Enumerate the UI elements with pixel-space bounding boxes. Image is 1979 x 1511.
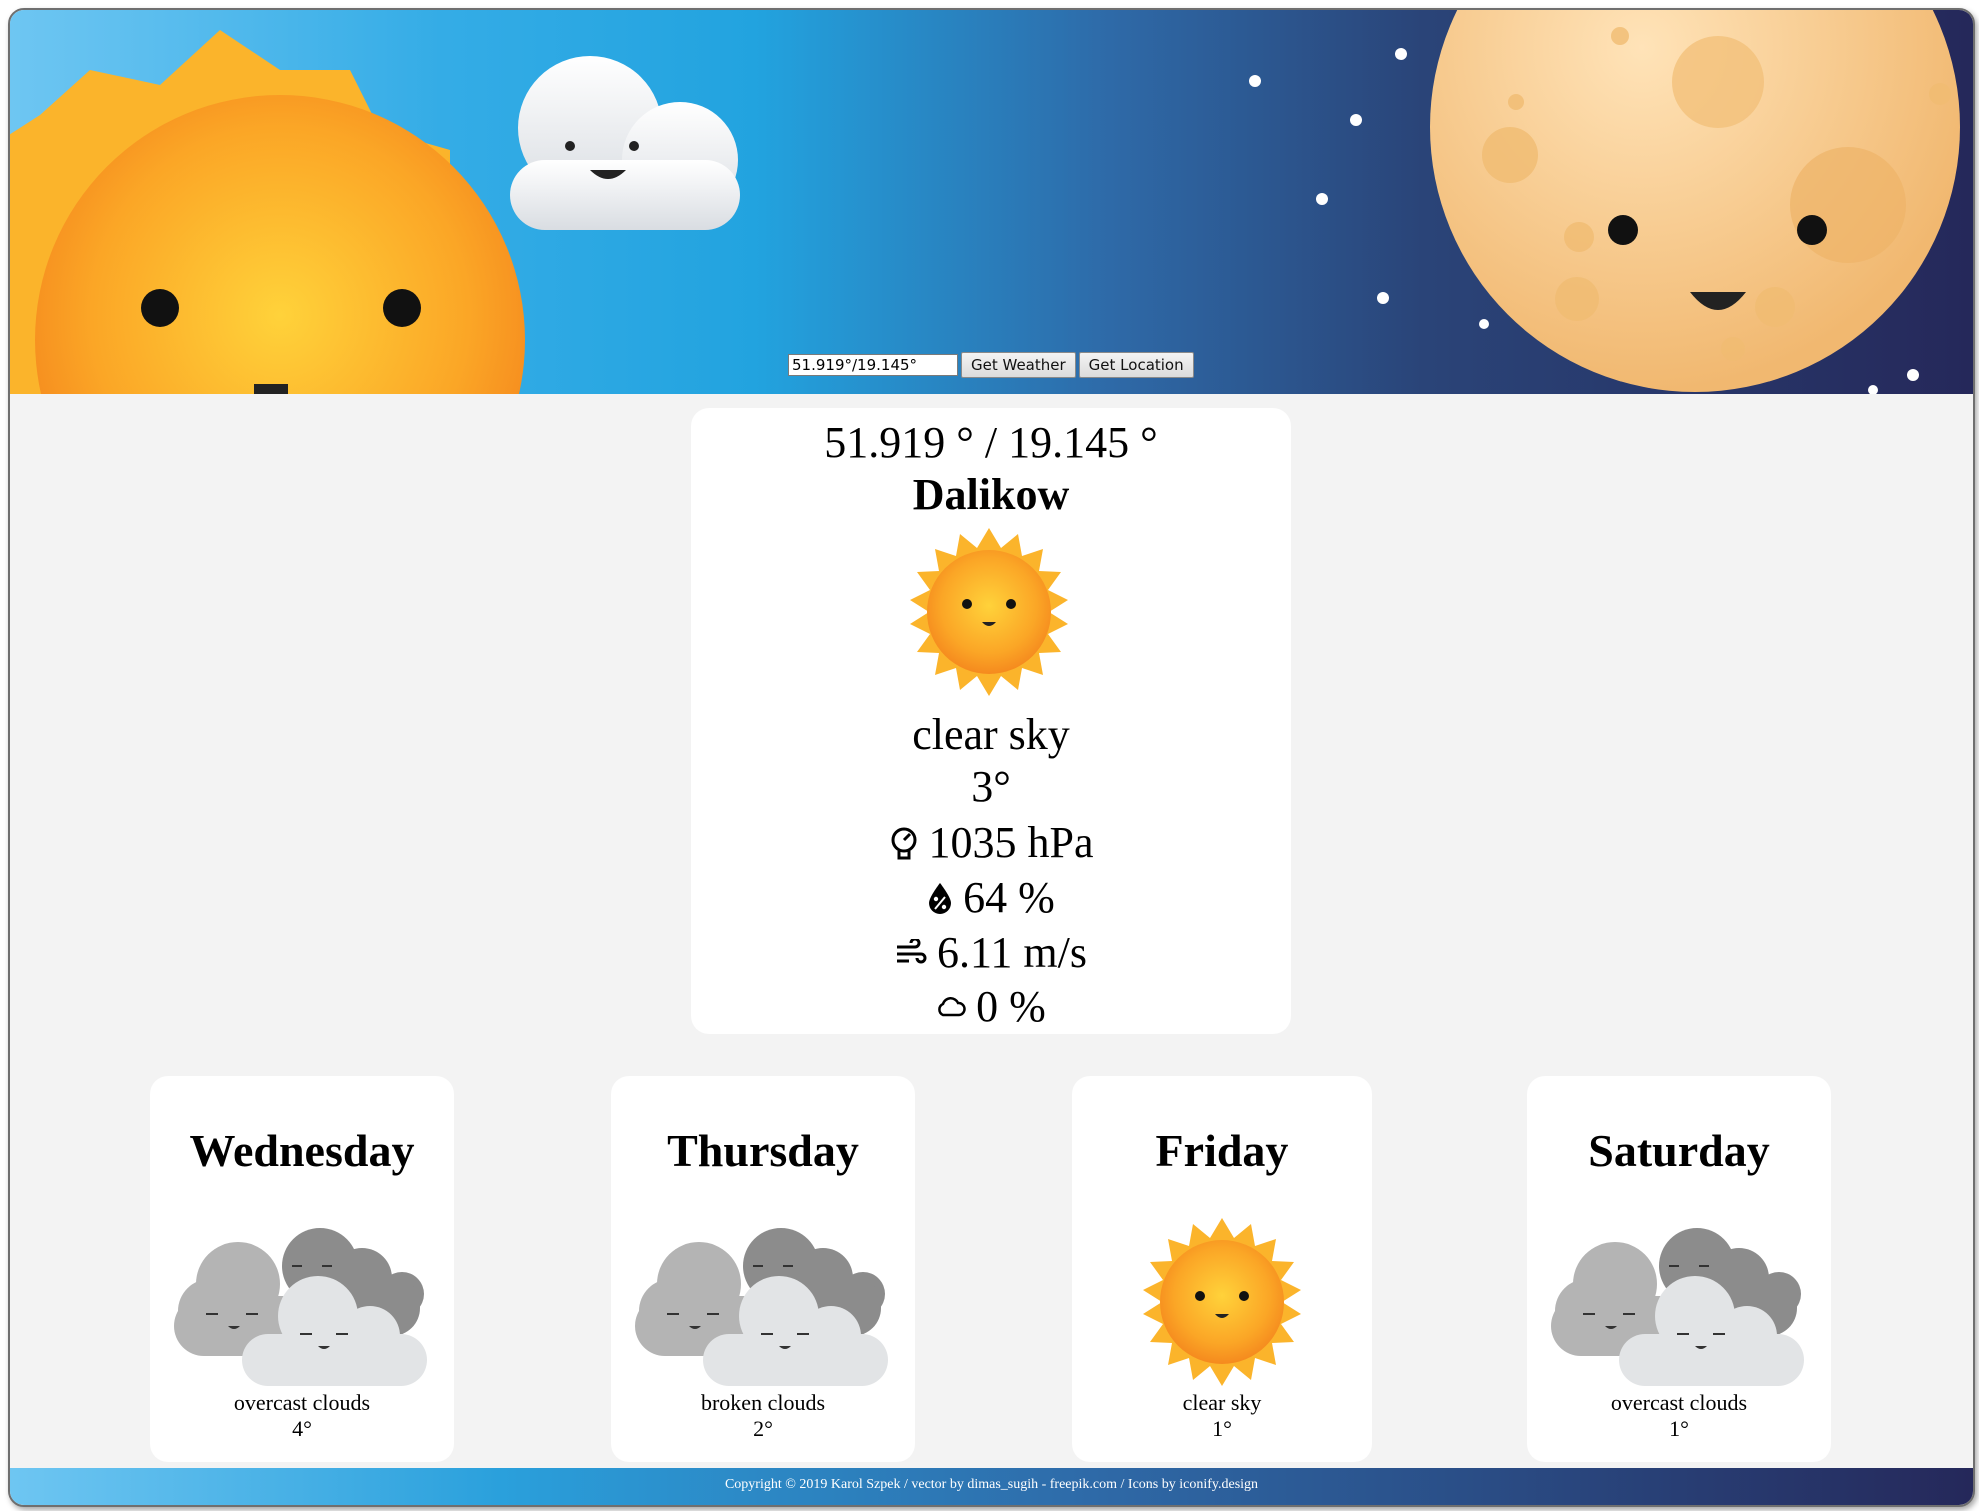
coordinates-input[interactable] <box>788 354 958 376</box>
header-illustration <box>10 10 1960 394</box>
forecast-card: Thursday broken clouds 2° <box>611 1076 915 1462</box>
forecast-temperature: 4° <box>292 1416 312 1441</box>
pressure-row: 1035 hPa <box>691 818 1291 868</box>
sun-icon <box>910 528 1068 696</box>
humidity-drop-icon <box>929 883 952 914</box>
temperature-value: 3° <box>691 762 1291 812</box>
forecast-day: Wednesday <box>189 1125 415 1176</box>
forecast-card: Wednesday overcast clouds 4° <box>150 1076 454 1462</box>
forecast-description: clear sky <box>1182 1390 1262 1415</box>
city-name: Dalikow <box>912 470 1070 519</box>
weather-description: clear sky <box>912 710 1070 759</box>
get-weather-button[interactable]: Get Weather <box>961 352 1076 378</box>
forecast-day: Saturday <box>1588 1125 1770 1176</box>
wind-icon <box>897 939 927 964</box>
forecast-day: Thursday <box>667 1125 859 1176</box>
sun-illustration <box>10 30 525 394</box>
footer: Copyright © 2019 Karol Szpek / vector by… <box>10 1468 1973 1505</box>
forecast-description: overcast clouds <box>1610 1390 1748 1415</box>
forecast-card: Friday clear sky 1° <box>1072 1076 1372 1462</box>
forecast-description: broken clouds <box>700 1390 826 1415</box>
get-location-button[interactable]: Get Location <box>1078 352 1194 378</box>
header-banner: Get Weather Get Location <box>10 10 1973 394</box>
sun-icon <box>1143 1218 1301 1386</box>
overcast-clouds-icon <box>174 1228 427 1386</box>
app-window: Get Weather Get Location 51.919 ° / 19.1… <box>8 8 1975 1507</box>
forecast-temperature: 1° <box>1669 1416 1689 1441</box>
overcast-clouds-icon <box>1551 1228 1804 1386</box>
cloudiness-text: 0 % <box>976 982 1046 1031</box>
cloud-illustration <box>510 56 740 230</box>
broken-clouds-icon <box>635 1228 888 1386</box>
gauge-icon <box>891 827 916 860</box>
wind-row: 6.11 m/s <box>691 928 1291 978</box>
wind-text: 6.11 m/s <box>937 928 1087 977</box>
moon-illustration <box>1430 10 1960 392</box>
current-weather-card: 51.919 ° / 19.145 ° Dalikow clear sky 3°… <box>691 408 1291 1034</box>
forecast-card: Saturday overcast clouds 1° <box>1527 1076 1831 1462</box>
search-bar: Get Weather Get Location <box>788 352 1194 378</box>
coordinates-label: 51.919 ° / 19.145 ° <box>824 418 1158 467</box>
humidity-row: 64 % <box>691 873 1291 923</box>
forecast-day: Friday <box>1155 1125 1289 1176</box>
cloudiness-row: 0 % <box>691 982 1291 1032</box>
humidity-text: 64 % <box>963 873 1055 922</box>
forecast-temperature: 2° <box>753 1416 773 1441</box>
footer-credits: Copyright © 2019 Karol Szpek / vector by… <box>724 1477 1259 1492</box>
forecast-temperature: 1° <box>1212 1416 1232 1441</box>
temperature-text: 3° <box>971 762 1011 811</box>
cloud-icon <box>938 997 966 1017</box>
forecast-description: overcast clouds <box>233 1390 371 1415</box>
pressure-text: 1035 hPa <box>928 818 1094 867</box>
